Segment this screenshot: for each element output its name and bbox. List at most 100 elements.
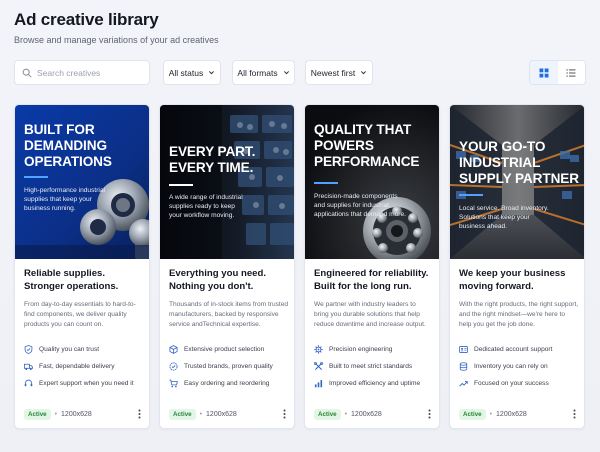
feature-item: Inventory you can rely on xyxy=(459,358,583,375)
page-subtitle: Browse and manage variations of your ad … xyxy=(14,35,219,45)
feature-list: Dedicated account support Inventory you … xyxy=(459,341,583,392)
creative-card[interactable]: Every part. Every time. A wide range of … xyxy=(159,104,295,429)
search-box[interactable] xyxy=(14,60,150,85)
trend-up-icon xyxy=(459,381,468,387)
page-header: Ad creative library Browse and manage va… xyxy=(14,10,219,45)
accent-bar xyxy=(459,194,483,196)
format-filter-dropdown[interactable]: All formats xyxy=(232,60,295,85)
feature-list: Precision engineering Built to meet stri… xyxy=(314,341,438,392)
view-toggle xyxy=(529,60,586,85)
search-input[interactable] xyxy=(37,67,147,78)
feature-item: Extensive product selection xyxy=(169,341,293,358)
more-options-button[interactable] xyxy=(134,407,144,421)
creative-preview[interactable]: Built for demanding operations High-perf… xyxy=(15,105,149,259)
feature-item: Built to meet strict standards xyxy=(314,358,438,375)
feature-item: Dedicated account support xyxy=(459,341,583,358)
card-body: We keep your business moving forward. Wi… xyxy=(459,268,579,330)
more-vertical-icon xyxy=(138,409,140,419)
search-icon xyxy=(22,68,32,77)
feature-item: Improved efficiency and uptime xyxy=(314,375,438,392)
creative-size: 1200x628 xyxy=(61,410,92,418)
card-footer: Active • 1200x628 xyxy=(314,407,434,421)
card-body: Reliable supplies. Stronger operations. … xyxy=(24,268,144,330)
creative-subtext: High-performance industrial supplies tha… xyxy=(24,187,105,212)
card-body: Engineered for reliability. Built for th… xyxy=(314,268,434,330)
feature-item: Focused on your success xyxy=(459,375,583,392)
format-filter-label: All formats xyxy=(237,67,278,78)
more-options-button[interactable] xyxy=(424,407,434,421)
list-icon xyxy=(566,68,576,77)
shield-check-icon xyxy=(24,345,33,354)
card-footer: Active • 1200x628 xyxy=(169,407,289,421)
bar-chart-icon xyxy=(314,380,323,388)
feature-item: Trusted brands, proven quality xyxy=(169,358,293,375)
creative-size: 1200x628 xyxy=(351,410,382,418)
chevron-down-icon xyxy=(283,71,289,75)
feature-item: Easy ordering and reordering xyxy=(169,375,293,392)
creative-subtext: A wide range of industrial supplies read… xyxy=(169,194,243,219)
status-badge: Active xyxy=(24,408,51,420)
accent-bar xyxy=(314,182,338,184)
creative-card[interactable]: Built for demanding operations High-perf… xyxy=(14,104,150,429)
more-options-button[interactable] xyxy=(279,407,289,421)
sort-label: Newest first xyxy=(310,67,356,78)
page-title: Ad creative library xyxy=(14,10,159,29)
card-title: Everything you need. Nothing you don't. xyxy=(169,268,267,292)
headset-icon xyxy=(24,379,33,387)
creative-card[interactable]: Quality that powers performance Precisio… xyxy=(304,104,440,429)
chevron-down-icon xyxy=(361,71,367,75)
creative-background-image xyxy=(160,105,294,259)
tools-icon xyxy=(314,362,323,371)
card-description: From day-to-day essentials to hard-to- f… xyxy=(24,301,136,328)
creative-headline: Built for demanding operations xyxy=(24,122,112,169)
feature-list: Extensive product selection Trusted bran… xyxy=(169,341,293,392)
creative-size: 1200x628 xyxy=(206,410,237,418)
card-title: Reliable supplies. Stronger operations. xyxy=(24,268,119,292)
gear-icon xyxy=(314,345,323,354)
chevron-down-icon xyxy=(209,71,215,75)
creative-subtext: Local service. Broad inventory. Solution… xyxy=(459,205,549,230)
creative-preview[interactable]: Your go-to industrial supply partner Loc… xyxy=(450,105,584,259)
card-title: Engineered for reliability. Built for th… xyxy=(314,268,429,292)
feature-list: Quality you can trust Fast, dependable d… xyxy=(24,341,148,392)
feature-item: Precision engineering xyxy=(314,341,438,358)
card-description: Thousands of in-stock items from trusted… xyxy=(169,301,289,328)
more-vertical-icon xyxy=(573,409,575,419)
accent-bar xyxy=(169,184,193,186)
status-badge: Active xyxy=(459,408,486,420)
card-description: We partner with industry leaders to brin… xyxy=(314,301,426,328)
creative-preview[interactable]: Every part. Every time. A wide range of … xyxy=(160,105,294,259)
list-view-button[interactable] xyxy=(558,61,586,84)
creative-grid: Built for demanding operations High-perf… xyxy=(14,104,586,429)
grid-view-button[interactable] xyxy=(530,61,558,84)
card-footer: Active • 1200x628 xyxy=(24,407,144,421)
card-body: Everything you need. Nothing you don't. … xyxy=(169,268,289,330)
more-options-button[interactable] xyxy=(569,407,579,421)
feature-item: Quality you can trust xyxy=(24,341,148,358)
creative-subtext: Precision-made components and supplies f… xyxy=(314,193,407,218)
creative-headline: Your go-to industrial supply partner xyxy=(459,139,579,186)
creative-card[interactable]: Your go-to industrial supply partner Loc… xyxy=(449,104,585,429)
more-vertical-icon xyxy=(428,409,430,419)
box-icon xyxy=(169,345,178,354)
truck-icon xyxy=(24,363,33,371)
creative-preview[interactable]: Quality that powers performance Precisio… xyxy=(305,105,439,259)
creative-size: 1200x628 xyxy=(496,410,527,418)
separator-dot: • xyxy=(344,410,348,418)
card-title: We keep your business moving forward. xyxy=(459,268,566,292)
separator-dot: • xyxy=(199,410,203,418)
more-vertical-icon xyxy=(283,409,285,419)
creative-headline: Every part. Every time. xyxy=(169,144,256,175)
feature-item: Expert support when you need it xyxy=(24,375,148,392)
toolbar: All status All formats Newest first xyxy=(14,60,586,85)
status-badge: Active xyxy=(169,408,196,420)
card-description: With the right products, the right suppo… xyxy=(459,301,579,328)
user-card-icon xyxy=(459,346,468,353)
status-badge: Active xyxy=(314,408,341,420)
separator-dot: • xyxy=(489,410,493,418)
database-icon xyxy=(459,362,468,371)
sort-dropdown[interactable]: Newest first xyxy=(305,60,373,85)
status-filter-dropdown[interactable]: All status xyxy=(163,60,221,85)
accent-bar xyxy=(24,176,48,178)
feature-item: Fast, dependable delivery xyxy=(24,358,148,375)
